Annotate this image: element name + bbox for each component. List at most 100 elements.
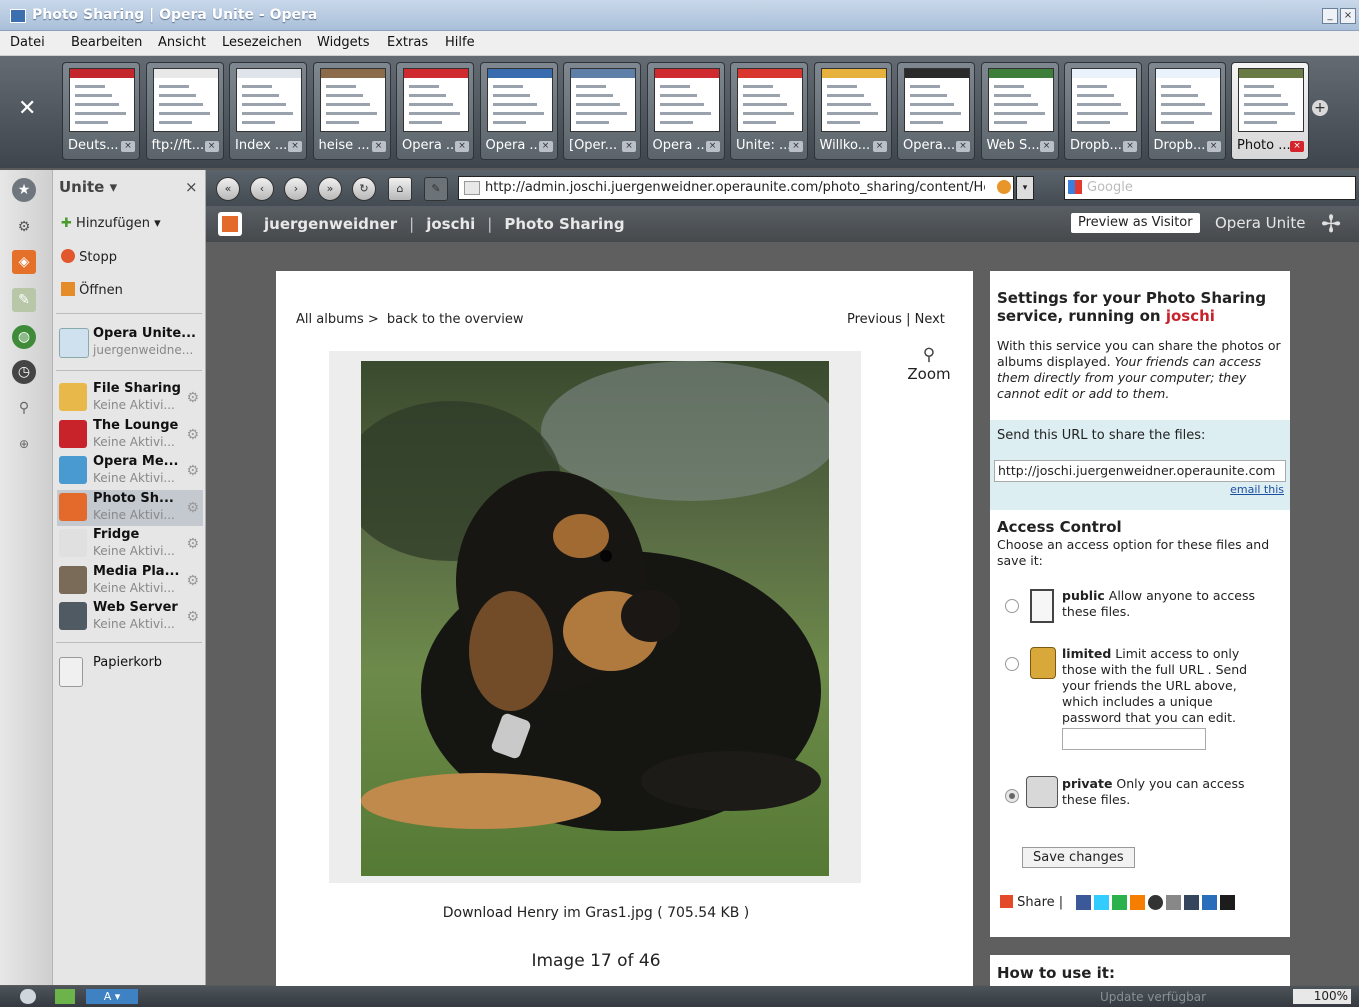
back-button[interactable]: ‹	[250, 177, 274, 201]
facebook-icon[interactable]	[1076, 895, 1091, 910]
myspace-icon[interactable]	[1202, 895, 1217, 910]
tab-2[interactable]: Index ... ×	[229, 62, 307, 160]
close-tab-icon[interactable]: ×	[1123, 141, 1137, 152]
private-radio[interactable]	[1005, 789, 1019, 803]
service-gear-icon[interactable]: ⚙	[186, 573, 199, 589]
close-tab-icon[interactable]: ×	[622, 141, 636, 152]
sidebar-item-home[interactable]: Opera Unite... juergenweidne...	[57, 325, 203, 361]
dog-photo[interactable]	[361, 361, 829, 876]
menu-ansicht[interactable]: Ansicht	[158, 35, 206, 50]
search-bar[interactable]: Google	[1064, 176, 1356, 200]
save-changes-button[interactable]: Save changes	[1022, 847, 1135, 868]
fast-forward-button[interactable]: »	[318, 177, 342, 201]
tab-1[interactable]: ftp://ft... ×	[145, 62, 224, 160]
share-url-field[interactable]: http://joschi.juergenweidner.operaunite.…	[994, 460, 1286, 482]
crumb-service[interactable]: Photo Sharing	[504, 215, 624, 233]
delicious-icon[interactable]	[1220, 895, 1235, 910]
public-radio[interactable]	[1005, 599, 1019, 613]
open-button[interactable]: Öffnen	[61, 282, 123, 298]
sidebar-header[interactable]: Unite ▾	[59, 178, 117, 196]
password-input[interactable]	[1062, 728, 1206, 750]
minimize-button[interactable]: _	[1322, 8, 1338, 24]
close-tab-icon[interactable]: ×	[121, 141, 135, 152]
menu-bearbeiten[interactable]: Bearbeiten	[71, 35, 142, 50]
close-tab-icon[interactable]: ×	[455, 141, 469, 152]
add-panel-icon[interactable]: ⊕	[12, 432, 36, 456]
close-tab-icon[interactable]: ×	[1039, 141, 1054, 152]
sidebar-item-service[interactable]: Fridge Keine Aktivi... ⚙	[57, 526, 203, 562]
new-tab-button[interactable]: +	[1312, 100, 1328, 116]
crumb-device[interactable]: joschi	[426, 215, 475, 233]
tab-7[interactable]: Opera ... ×	[646, 62, 725, 160]
search-input[interactable]: Google	[1087, 180, 1133, 195]
email-this-link[interactable]: email this	[1230, 483, 1284, 496]
search-panel-icon[interactable]: ⚲	[12, 396, 36, 420]
sidebar-item-service[interactable]: Opera Me... Keine Aktivi... ⚙	[57, 453, 203, 489]
close-tab-icon[interactable]: ×	[371, 141, 386, 152]
address-bar[interactable]: http://admin.joschi.juergenweidner.opera…	[458, 176, 1014, 200]
sidebar-item-service[interactable]: Web Server Keine Aktivi... ⚙	[57, 599, 203, 635]
close-tab-icon[interactable]: ×	[538, 141, 553, 152]
close-tab-icon[interactable]: ×	[872, 141, 887, 152]
address-input[interactable]: http://admin.joschi.juergenweidner.opera…	[485, 180, 985, 195]
tab-11[interactable]: Web S... ×	[980, 62, 1059, 160]
back-overview-link[interactable]: back to the overview	[387, 312, 524, 327]
settings-panel-icon[interactable]: ⚙	[12, 215, 36, 239]
tumblr-icon[interactable]	[1184, 895, 1199, 910]
notes-panel-icon[interactable]: ✎	[12, 288, 36, 312]
tab-3[interactable]: heise ... ×	[312, 62, 391, 160]
update-status[interactable]: Update verfügbar	[1100, 990, 1206, 1004]
sidebar-item-trash[interactable]: Papierkorb	[57, 654, 203, 690]
sidebar-item-service[interactable]: Media Pla... Keine Aktivi... ⚙	[57, 563, 203, 599]
unite-panel-icon[interactable]: ◈	[12, 250, 36, 274]
status-icon[interactable]	[20, 989, 36, 1004]
service-gear-icon[interactable]: ⚙	[186, 390, 199, 406]
tab-9[interactable]: Willko... ×	[813, 62, 892, 160]
close-window-button[interactable]: ×	[1340, 8, 1356, 24]
reload-button[interactable]: ↻	[352, 177, 376, 201]
download-link[interactable]: Download Henry im Gras1.jpg ( 705.54 KB …	[276, 905, 916, 921]
close-tab-icon[interactable]: ×	[204, 141, 219, 152]
sidebar-item-service[interactable]: Photo Sh... Keine Aktivi... ⚙	[57, 489, 203, 526]
menu-hilfe[interactable]: Hilfe	[445, 35, 475, 50]
opera-unite-brand[interactable]: Opera Unite	[1215, 214, 1305, 232]
wordpress-icon[interactable]	[1148, 895, 1163, 910]
tab-10[interactable]: Opera... ×	[897, 62, 975, 160]
tab-6[interactable]: [Oper... ×	[563, 62, 641, 160]
close-tab-icon[interactable]: ×	[789, 141, 803, 152]
tab-0[interactable]: Deuts... ×	[62, 62, 140, 160]
close-tab-icon[interactable]: ×	[956, 141, 970, 152]
service-gear-icon[interactable]: ⚙	[186, 463, 199, 479]
share-button[interactable]: Share |	[1000, 895, 1063, 910]
crumb-user[interactable]: juergenweidner	[264, 215, 397, 233]
tab-12[interactable]: Dropb... ×	[1064, 62, 1142, 160]
tab-8[interactable]: Unite: ... ×	[730, 62, 808, 160]
limited-radio[interactable]	[1005, 657, 1019, 671]
all-albums-link[interactable]: All albums >	[296, 312, 379, 327]
history-panel-icon[interactable]: ◷	[12, 360, 36, 384]
service-gear-icon[interactable]: ⚙	[186, 427, 199, 443]
menu-lesezeichen[interactable]: Lesezeichen	[222, 35, 302, 50]
service-gear-icon[interactable]: ⚙	[186, 609, 199, 625]
close-tab-icon[interactable]: ×	[1206, 141, 1221, 152]
home-button[interactable]: ⌂	[388, 177, 412, 201]
zoom-level[interactable]: 100%	[1293, 989, 1351, 1004]
service-gear-icon[interactable]: ⚙	[186, 536, 199, 552]
tab-4[interactable]: Opera ... ×	[396, 62, 474, 160]
email-icon[interactable]	[1166, 895, 1181, 910]
zoom-button[interactable]: ⚲ Zoom	[904, 345, 954, 383]
address-dropdown-icon[interactable]: ▾	[1016, 176, 1034, 200]
links-panel-icon[interactable]: ◍	[12, 325, 36, 349]
tab-14[interactable]: Photo ... ×	[1231, 62, 1309, 160]
turbo-icon[interactable]	[55, 989, 75, 1004]
tab-5[interactable]: Opera ... ×	[479, 62, 558, 160]
tools-icon[interactable]: ✕	[18, 96, 36, 121]
close-tab-icon[interactable]: ×	[1290, 141, 1304, 152]
service-gear-icon[interactable]: ⚙	[186, 500, 199, 516]
forward-button[interactable]: ›	[284, 177, 308, 201]
edit-icon[interactable]: ✎	[424, 177, 448, 201]
close-tab-icon[interactable]: ×	[288, 141, 302, 152]
menu-widgets[interactable]: Widgets	[317, 35, 370, 50]
menu-extras[interactable]: Extras	[387, 35, 428, 50]
add-icon[interactable]	[1112, 895, 1127, 910]
